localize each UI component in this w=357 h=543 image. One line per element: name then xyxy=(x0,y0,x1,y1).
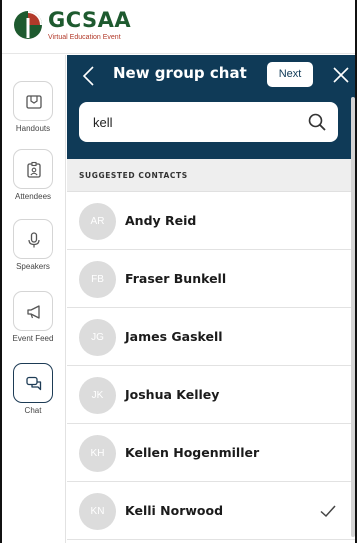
top-bar: GCSAA Virtual Education Event xyxy=(0,0,357,54)
contact-name: Joshua Kelley xyxy=(125,387,220,402)
badge-icon xyxy=(27,161,41,178)
microphone-icon xyxy=(28,232,40,248)
rail-button-handouts[interactable] xyxy=(13,81,53,121)
contact-row[interactable]: AR Andy Reid xyxy=(67,192,355,250)
avatar: JK xyxy=(79,377,116,414)
rail-item-attendees[interactable]: Attendees xyxy=(0,149,66,201)
section-label: SUGGESTED CONTACTS xyxy=(79,171,188,180)
rail-label-event-feed: Event Feed xyxy=(12,334,54,343)
megaphone-icon xyxy=(27,305,40,319)
rail-button-chat[interactable] xyxy=(13,363,53,403)
new-group-chat-panel: New group chat Next SUGGESTED CONTACTS A… xyxy=(67,55,355,543)
contact-row[interactable]: JG James Gaskell xyxy=(67,308,355,366)
contact-name: Kelli Norwood xyxy=(125,503,224,518)
search-input[interactable] xyxy=(93,112,293,132)
rail-label-speakers: Speakers xyxy=(16,262,50,271)
avatar: KN xyxy=(79,493,116,530)
contact-row[interactable]: KH Kellen Hogenmiller xyxy=(67,424,355,482)
handout-icon xyxy=(26,95,42,109)
left-rail: Handouts Attendees Speakers Event Feed C… xyxy=(0,55,66,543)
contact-row[interactable]: JK Joshua Kelley xyxy=(67,366,355,424)
next-button[interactable]: Next xyxy=(267,62,313,87)
close-icon[interactable] xyxy=(332,66,350,84)
brand-title: GCSAA xyxy=(48,8,132,32)
rail-item-handouts[interactable]: Handouts xyxy=(0,81,66,133)
contact-name: Andy Reid xyxy=(125,213,197,228)
rail-item-speakers[interactable]: Speakers xyxy=(0,219,66,271)
contact-name: Fraser Bunkell xyxy=(125,271,227,286)
rail-button-event-feed[interactable] xyxy=(13,291,53,331)
rail-button-speakers[interactable] xyxy=(13,219,53,259)
rail-label-chat: Chat xyxy=(24,406,42,415)
gcsaa-logo-icon xyxy=(14,11,42,39)
contact-row[interactable]: FB Fraser Bunkell xyxy=(67,250,355,308)
panel-title: New group chat xyxy=(113,64,247,82)
back-arrow-icon[interactable] xyxy=(79,65,99,87)
rail-item-chat[interactable]: Chat xyxy=(0,363,66,415)
contact-name: Kellen Hogenmiller xyxy=(125,445,260,460)
search-box[interactable] xyxy=(79,102,338,142)
suggested-contacts-header: SUGGESTED CONTACTS xyxy=(67,159,355,192)
chat-bubbles-icon xyxy=(26,376,42,391)
scrollbar[interactable] xyxy=(351,97,355,537)
checkmark-icon xyxy=(320,505,336,518)
rail-label-handouts: Handouts xyxy=(15,124,51,133)
avatar: JG xyxy=(79,319,116,356)
rail-label-attendees: Attendees xyxy=(14,192,52,201)
contact-row-selected[interactable]: KN Kelli Norwood xyxy=(67,482,355,540)
brand-subtitle: Virtual Education Event xyxy=(48,34,121,41)
rail-item-event-feed[interactable]: Event Feed xyxy=(0,291,66,343)
search-icon[interactable] xyxy=(307,112,327,132)
avatar: AR xyxy=(79,203,116,240)
avatar: KH xyxy=(79,435,116,472)
avatar: FB xyxy=(79,261,116,298)
contact-list: AR Andy Reid FB Fraser Bunkell JG James … xyxy=(67,192,355,540)
rail-button-attendees[interactable] xyxy=(13,149,53,189)
panel-header: New group chat Next xyxy=(67,55,355,159)
contact-name: James Gaskell xyxy=(125,329,223,344)
